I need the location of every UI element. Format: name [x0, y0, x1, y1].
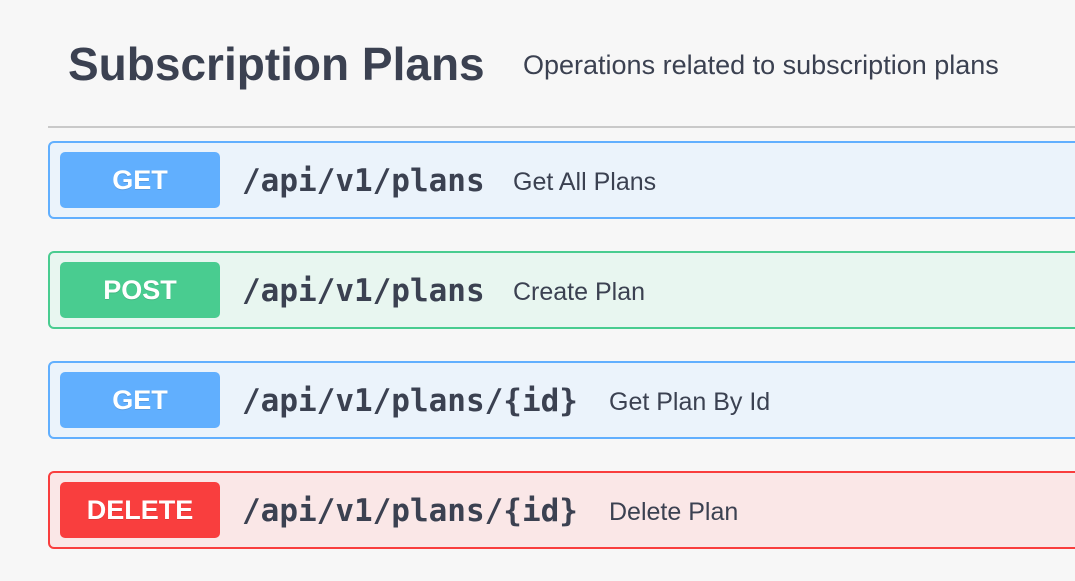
method-badge-get: GET [60, 152, 220, 208]
tag-section-header[interactable]: Subscription Plans Operations related to… [48, 0, 1075, 128]
tag-section-subscription-plans: Subscription Plans Operations related to… [48, 0, 1075, 549]
operation-summary: Delete Plan [609, 498, 739, 526]
operation-path: /api/v1/plans/{id} [242, 383, 578, 419]
operation-path: /api/v1/plans/{id} [242, 493, 578, 529]
method-badge-get: GET [60, 372, 220, 428]
method-badge-delete: DELETE [60, 482, 220, 538]
section-title: Subscription Plans [68, 38, 485, 90]
method-badge-post: POST [60, 262, 220, 318]
operation-get-plans[interactable]: GET /api/v1/plans Get All Plans [48, 141, 1075, 219]
operation-summary: Create Plan [513, 278, 646, 306]
section-description: Operations related to subscription plans [523, 50, 999, 80]
operation-path: /api/v1/plans [242, 163, 485, 199]
operation-post-plans[interactable]: POST /api/v1/plans Create Plan [48, 251, 1075, 329]
operation-summary: Get Plan By Id [609, 388, 771, 416]
operation-delete-plan[interactable]: DELETE /api/v1/plans/{id} Delete Plan [48, 471, 1075, 549]
operation-summary: Get All Plans [513, 168, 657, 196]
operation-path: /api/v1/plans [242, 273, 485, 309]
operation-get-plan-by-id[interactable]: GET /api/v1/plans/{id} Get Plan By Id [48, 361, 1075, 439]
